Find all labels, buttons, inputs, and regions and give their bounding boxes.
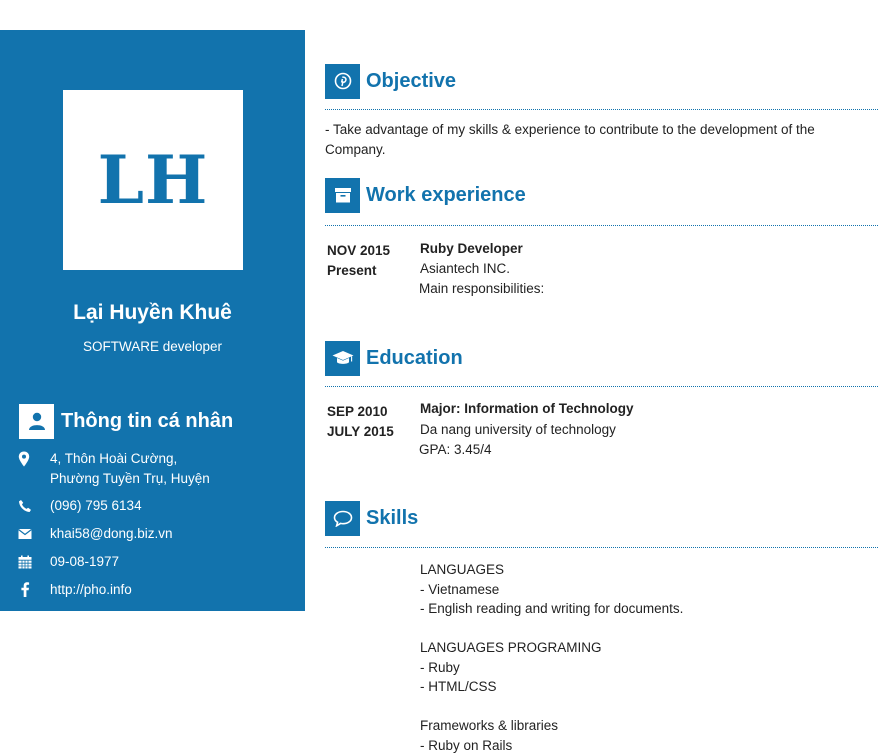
- objective-title: Objective: [366, 69, 457, 92]
- phone-icon: [18, 498, 32, 514]
- education-school: Da nang university of technology: [420, 422, 616, 437]
- work-detail: Main responsibilities:: [419, 281, 545, 296]
- work-date-to: Present: [327, 263, 377, 278]
- facebook-icon: [18, 582, 32, 598]
- personal-info-heading: Thông tin cá nhân: [19, 403, 233, 439]
- education-title: Education: [366, 346, 463, 369]
- skills-line: - Ruby on Rails: [420, 738, 513, 753]
- envelope-icon: [18, 526, 32, 542]
- skills-title: Skills: [366, 506, 419, 529]
- skills-line: LANGUAGES: [420, 562, 505, 577]
- avatar-initials: LH: [97, 141, 209, 219]
- work-date-from: NOV 2015: [327, 243, 391, 258]
- objective-heading: Objective: [325, 63, 456, 99]
- email-address[interactable]: khai58@dong.biz.vn: [50, 524, 173, 544]
- user-icon: [19, 403, 54, 439]
- education-gpa: GPA: 3.45/4: [419, 442, 492, 457]
- education-divider: [325, 386, 878, 387]
- graduation-cap-icon: [325, 340, 360, 376]
- work-company: Asiantech INC.: [420, 261, 511, 276]
- work-position: Ruby Developer: [420, 241, 523, 256]
- education-major: Major: Information of Technology: [420, 401, 634, 416]
- skills-heading: Skills: [325, 500, 418, 536]
- objective-line-1: - Take advantage of my skills & experien…: [325, 122, 815, 137]
- profile-sidebar: LH Lại Huyền Khuê SOFTWARE developer Thô…: [0, 30, 305, 611]
- objective-divider: [325, 109, 878, 110]
- comment-icon: [325, 500, 360, 536]
- skills-divider: [325, 547, 878, 548]
- education-date-to: JULY 2015: [327, 424, 394, 439]
- work-experience-title: Work experience: [366, 183, 526, 206]
- skills-line: - HTML/CSS: [420, 679, 497, 694]
- avatar: LH: [63, 90, 243, 270]
- skills-line: - English reading and writing for docume…: [420, 601, 684, 616]
- skills-line: Frameworks & libraries: [420, 718, 559, 733]
- map-marker-icon: [18, 451, 32, 467]
- objective-line-2: Company.: [325, 142, 386, 157]
- education-heading: Education: [325, 340, 463, 376]
- job-title: SOFTWARE developer: [82, 339, 223, 354]
- education-date-from: SEP 2010: [327, 404, 388, 419]
- address-line-1: 4, Thôn Hoài Cường,: [50, 451, 178, 466]
- skills-line: LANGUAGES PROGRAMING: [420, 640, 602, 655]
- calendar-icon: [18, 554, 32, 570]
- address-line-2: Phường Tuyền Trụ, Huyện: [50, 471, 210, 486]
- personal-info-label: Thông tin cá nhân: [61, 409, 234, 432]
- work-divider: [325, 225, 878, 226]
- birthday: 09-08-1977: [50, 554, 120, 569]
- work-experience-heading: Work experience: [325, 177, 526, 213]
- skills-line: - Vietnamese: [420, 582, 500, 597]
- full-name: Lại Huyền Khuê: [73, 301, 232, 324]
- archive-icon: [325, 177, 360, 213]
- pinterest-icon: [325, 63, 360, 99]
- skills-line: - Ruby: [420, 660, 460, 675]
- website-link[interactable]: http://pho.info: [50, 580, 132, 600]
- phone-number[interactable]: (096) 795 6134: [50, 496, 142, 516]
